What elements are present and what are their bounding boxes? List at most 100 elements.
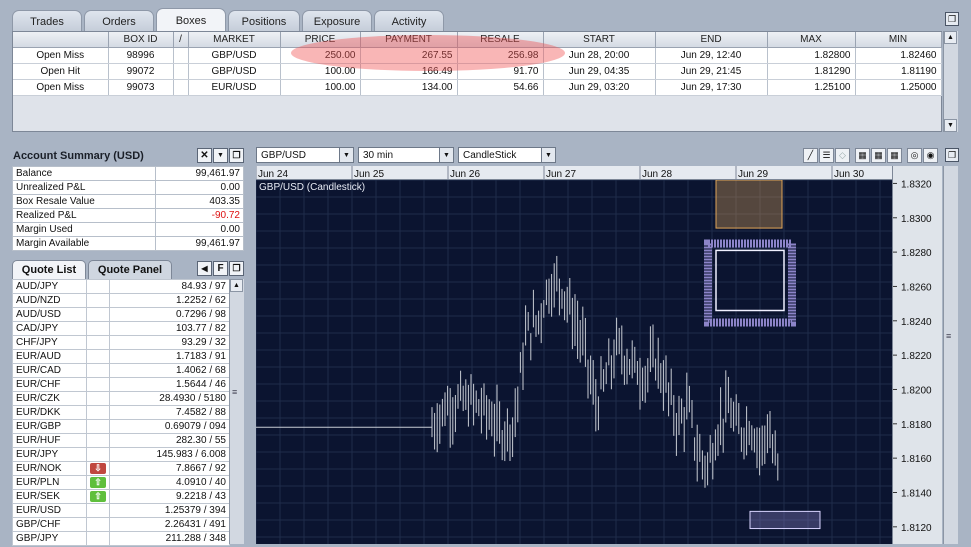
- quote-pair: GBP/JPY: [12, 531, 87, 546]
- table-cell: 100.00: [280, 79, 361, 96]
- detach-window-icon[interactable]: ❐: [229, 148, 244, 163]
- quote-row[interactable]: AUD/JPY 84.93 / 97: [12, 279, 230, 294]
- close-icon[interactable]: ✕: [197, 148, 212, 163]
- quote-value: 103.77 / 82: [109, 321, 230, 336]
- quote-pair: AUD/JPY: [12, 279, 87, 294]
- column-header[interactable]: BOX ID: [108, 32, 174, 48]
- tab-orders[interactable]: Orders: [84, 10, 154, 32]
- scroll-grip-icon[interactable]: ≡: [946, 331, 951, 341]
- quote-row[interactable]: EUR/CAD 1.4062 / 68: [12, 363, 230, 378]
- column-header[interactable]: END: [655, 32, 768, 48]
- quote-row[interactable]: AUD/NZD 1.2252 / 62: [12, 293, 230, 308]
- quote-row[interactable]: CHF/JPY 93.29 / 32: [12, 335, 230, 350]
- quote-value: 1.7183 / 91: [109, 349, 230, 364]
- interval-select[interactable]: 30 min ▼: [358, 147, 454, 163]
- column-header[interactable]: MAX: [767, 32, 856, 48]
- scroll-up-icon[interactable]: ▲: [944, 31, 957, 44]
- column-header[interactable]: MARKET: [188, 32, 281, 48]
- quote-row[interactable]: EUR/SEK ⇧ 9.2218 / 43: [12, 489, 230, 504]
- scroll-down-icon[interactable]: ▼: [944, 119, 957, 132]
- quote-row[interactable]: EUR/CZK 28.4930 / 5180: [12, 391, 230, 406]
- table-cell: Jun 29, 04:35: [543, 63, 656, 80]
- chevron-left-icon[interactable]: ◀: [197, 261, 212, 276]
- table-row[interactable]: Open Miss 98996 GBP/USD 250.00 267.55 256.98 J…: [13, 47, 942, 64]
- quote-row[interactable]: EUR/CHF 1.5644 / 46: [12, 377, 230, 392]
- chevron-down-icon[interactable]: ▼: [439, 148, 453, 162]
- column-header[interactable]: /: [173, 32, 189, 48]
- draw-line-icon[interactable]: ╱: [803, 148, 818, 163]
- table-header: BOX ID / MARKET PRICE PAYMENT RESALE START END M…: [13, 32, 942, 48]
- detach-window-icon[interactable]: ❐: [945, 148, 959, 162]
- chart-plot-area[interactable]: GBP/USD (Candlestick): [255, 179, 892, 544]
- tab-boxes[interactable]: Boxes: [156, 8, 226, 32]
- quote-value: 7.8667 / 92: [109, 461, 230, 476]
- quote-row[interactable]: CAD/JPY 103.77 / 82: [12, 321, 230, 336]
- tab-positions[interactable]: Positions: [228, 10, 300, 32]
- table-cell: Jun 28, 20:00: [543, 47, 656, 64]
- quote-value: 2.26431 / 491: [109, 517, 230, 532]
- tab-quote-panel[interactable]: Quote Panel: [88, 260, 172, 279]
- grid-icon[interactable]: ▦: [887, 148, 902, 163]
- tab-activity[interactable]: Activity: [374, 10, 444, 32]
- scroll-grip-icon[interactable]: ≡: [232, 387, 237, 397]
- quote-row[interactable]: EUR/GBP 0.69079 / 094: [12, 419, 230, 434]
- quote-row[interactable]: EUR/AUD 1.7183 / 91: [12, 349, 230, 364]
- account-row: Realized P&L -90.72: [12, 208, 244, 223]
- quote-row[interactable]: EUR/DKK 7.4582 / 88: [12, 405, 230, 420]
- tab-quote-list[interactable]: Quote List: [12, 260, 86, 279]
- table-cell: GBP/USD: [188, 63, 281, 80]
- market-select[interactable]: GBP/USD ▼: [256, 147, 354, 163]
- font-button[interactable]: F: [213, 261, 228, 276]
- quote-direction: ⇧: [86, 475, 110, 490]
- quote-pair: EUR/HUF: [12, 433, 87, 448]
- quote-direction: [86, 531, 110, 546]
- quote-pair: EUR/JPY: [12, 447, 87, 462]
- chart-scrollbar[interactable]: ≡: [943, 166, 958, 544]
- tab-trades[interactable]: Trades: [12, 10, 82, 32]
- chevron-down-icon[interactable]: ▼: [213, 148, 228, 163]
- column-header[interactable]: MIN: [855, 32, 942, 48]
- quote-row[interactable]: EUR/USD 1.25379 / 394: [12, 503, 230, 518]
- grid-icon[interactable]: ▦: [871, 148, 886, 163]
- column-header[interactable]: PAYMENT: [360, 32, 458, 48]
- table-cell: 91.70: [457, 63, 544, 80]
- column-header[interactable]: [13, 32, 109, 48]
- quote-row[interactable]: GBP/CHF 2.26431 / 491: [12, 517, 230, 532]
- chevron-down-icon[interactable]: ▼: [541, 148, 555, 162]
- column-header[interactable]: PRICE: [280, 32, 361, 48]
- boxes-scrollbar[interactable]: ▲ ▼: [943, 31, 958, 132]
- account-value: -90.72: [155, 208, 244, 223]
- grid-icon[interactable]: ▦: [855, 148, 870, 163]
- quote-direction: ⇧: [86, 489, 110, 504]
- quote-row[interactable]: AUD/USD 0.7296 / 98: [12, 307, 230, 322]
- target-icon[interactable]: ◉: [923, 148, 938, 163]
- quote-row[interactable]: EUR/NOK ⇩ 7.8667 / 92: [12, 461, 230, 476]
- quote-row[interactable]: EUR/HUF 282.30 / 55: [12, 433, 230, 448]
- zoom-icon[interactable]: ◎: [907, 148, 922, 163]
- boxes-table: BOX ID / MARKET PRICE PAYMENT RESALE START END M…: [13, 32, 942, 96]
- table-row[interactable]: Open Miss 99073 EUR/USD 100.00 134.00 54.66 Ju…: [13, 79, 942, 96]
- date-tick-label: Jun 29: [738, 169, 768, 180]
- eraser-icon[interactable]: ◇: [835, 148, 850, 163]
- scroll-up-icon[interactable]: ▲: [230, 279, 243, 292]
- chevron-down-icon[interactable]: ▼: [339, 148, 353, 162]
- quote-row[interactable]: GBP/JPY 211.288 / 348: [12, 531, 230, 546]
- horizontal-lines-icon[interactable]: ☰: [819, 148, 834, 163]
- table-cell: 134.00: [360, 79, 458, 96]
- column-header[interactable]: RESALE: [457, 32, 544, 48]
- detach-window-icon[interactable]: ❐: [945, 12, 959, 26]
- quote-row[interactable]: EUR/PLN ⇧ 4.0910 / 40: [12, 475, 230, 490]
- style-select[interactable]: CandleStick ▼: [458, 147, 556, 163]
- table-row[interactable]: Open Hit 99072 GBP/USD 100.00 166.49 91.70 Jun…: [13, 63, 942, 80]
- account-value: 99,461.97: [155, 236, 244, 251]
- quote-direction: [86, 503, 110, 518]
- detach-window-icon[interactable]: ❐: [229, 261, 244, 276]
- quote-row[interactable]: EUR/JPY 145.983 / 6.008: [12, 447, 230, 462]
- column-header[interactable]: START: [543, 32, 656, 48]
- account-label: Unrealized P&L: [12, 180, 156, 195]
- box-overlay-inner: [715, 249, 785, 312]
- tab-exposure[interactable]: Exposure: [302, 10, 372, 32]
- quote-scrollbar[interactable]: ▲ ≡: [229, 279, 244, 544]
- table-cell: Jun 29, 21:45: [655, 63, 768, 80]
- price-chart: Jun 24 Jun 25 Jun 26 Jun 27 Jun 28 Jun 29 Jun …: [255, 166, 942, 544]
